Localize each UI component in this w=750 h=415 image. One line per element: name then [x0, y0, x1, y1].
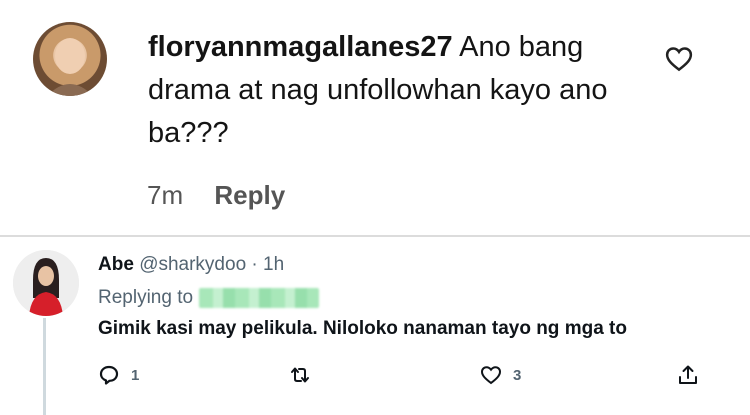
- share-action[interactable]: [676, 361, 700, 389]
- reply-count: 1: [131, 366, 140, 384]
- tweet-text: Gimik kasi may pelikula. Nilolokо nanama…: [98, 318, 627, 339]
- heart-outline-icon: [480, 366, 502, 385]
- comment-username[interactable]: floryannmagallanes27: [148, 31, 453, 63]
- retweet-action[interactable]: [288, 361, 312, 389]
- divider: [0, 235, 750, 237]
- replying-to-label: Replying to: [98, 287, 194, 308]
- share-icon: [679, 365, 697, 384]
- retweet-icon: [291, 367, 309, 383]
- avatar-illustration: [13, 250, 79, 316]
- comment-like-button[interactable]: [664, 44, 694, 74]
- redacted-handle: [199, 287, 320, 308]
- thread-line: [43, 318, 46, 415]
- heart-outline-icon: [665, 47, 693, 72]
- commenter-avatar[interactable]: [33, 22, 107, 96]
- reply-bubble-icon: [99, 365, 119, 385]
- reply-action[interactable]: 1: [97, 361, 139, 389]
- like-count: 3: [513, 366, 522, 384]
- avatar-photo: [47, 38, 93, 96]
- comment-text-block: floryannmagallanes27 Ano bang drama at n…: [148, 26, 648, 155]
- tweet-header: Abe @sharkydoo · 1h: [98, 254, 284, 276]
- tweet-time[interactable]: 1h: [263, 254, 284, 275]
- replying-to: Replying to: [98, 287, 320, 309]
- comment-time: 7m: [147, 180, 184, 210]
- tweet-display-name[interactable]: Abe: [98, 254, 134, 275]
- tweet-separator: ·: [251, 254, 258, 275]
- like-action[interactable]: 3: [479, 361, 521, 389]
- comment-meta: 7m Reply: [147, 180, 285, 211]
- comment-reply-button[interactable]: Reply: [214, 180, 285, 210]
- tweet-handle[interactable]: @sharkydoo: [139, 254, 246, 275]
- tweet-avatar[interactable]: [13, 250, 79, 316]
